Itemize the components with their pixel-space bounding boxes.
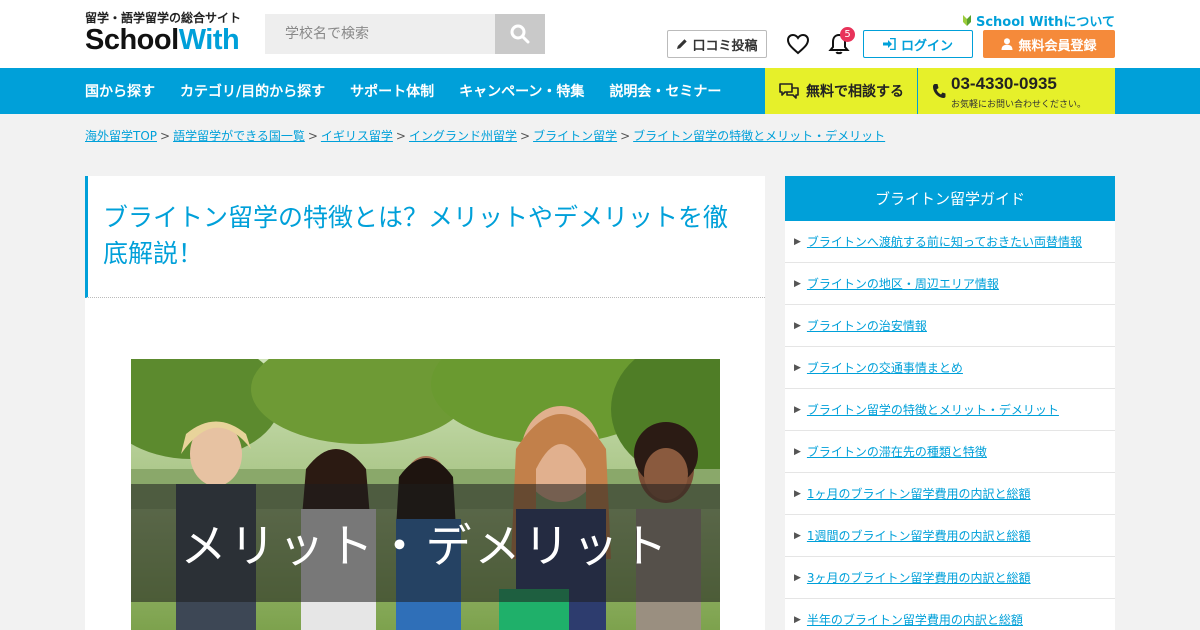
search-bar [265,14,545,54]
logo[interactable]: 留学・語学留学の総合サイト SchoolWith [85,11,241,55]
sidebar-item-label: ブライトンへ渡航する前に知っておきたい両替情報 [806,235,1082,249]
review-button[interactable]: 口コミ投稿 [667,30,767,58]
search-button[interactable] [495,14,545,54]
nav-item-support[interactable]: サポート体制 [350,81,434,101]
consult-button[interactable]: 無料で相談する [765,68,917,114]
phone-icon [933,84,946,98]
breadcrumb: 海外留学TOP > 語学留学ができる国一覧 > イギリス留学 > イングランド州留学 > ブライ… [85,127,885,144]
hero-caption-band: メリット・デメリット [131,484,720,602]
heart-icon[interactable] [786,32,810,56]
pencil-icon [677,39,688,49]
sidebar-item-label: 3ヶ月のブライトン留学費用の内訳と総額 [806,571,1031,585]
sidebar-item[interactable]: ▶ ブライトンの地区・周辺エリア情報 [785,263,1115,305]
arrow-right-icon: ▶ [794,446,801,457]
article: ブライトン留学の特徴とは？メリットやデメリットを徹底解説！ メリット・デメリット [85,176,765,630]
sidebar-item-label: 1週間のブライトン留学費用の内訳と総額 [806,529,1031,543]
breadcrumb-separator: > [620,129,631,143]
arrow-right-icon: ▶ [794,278,801,289]
breadcrumb-item[interactable]: ブライトン留学 [533,129,617,143]
sidebar-item-label: ブライトンの地区・周辺エリア情報 [806,277,999,291]
nav-item-category[interactable]: カテゴリ/目的から探す [180,81,325,101]
nav-item-seminar[interactable]: 説明会・セミナー [609,81,721,101]
site-header: 留学・語学留学の総合サイト SchoolWith School Withについて… [0,0,1200,68]
sidebar-item[interactable]: ▶ 3ヶ月のブライトン留学費用の内訳と総額 [785,557,1115,599]
sidebar: ブライトン留学ガイド ▶ ブライトンへ渡航する前に知っておきたい両替情報 ▶ ブライ… [785,176,1115,630]
search-icon [510,24,530,44]
arrow-right-icon: ▶ [794,320,801,331]
sidebar-item[interactable]: ▶ ブライトンの交通事情まとめ [785,347,1115,389]
hero-image: メリット・デメリット [131,359,720,630]
nav-item-campaign[interactable]: キャンペーン・特集 [459,81,584,101]
phone-number: 03-4330-0935 [951,74,1057,93]
sidebar-item-label: ブライトン留学の特徴とメリット・デメリット [806,403,1059,417]
sidebar-item[interactable]: ▶ ブライトンの治安情報 [785,305,1115,347]
sidebar-item[interactable]: ▶ ブライトン留学の特徴とメリット・デメリット [785,389,1115,431]
sidebar-item[interactable]: ▶ 1ヶ月のブライトン留学費用の内訳と総額 [785,473,1115,515]
sidebar-item[interactable]: ▶ ブライトンへ渡航する前に知っておきたい両替情報 [785,221,1115,263]
logo-tagline: 留学・語学留学の総合サイト [85,11,242,25]
sidebar-item-label: ブライトンの交通事情まとめ [806,361,963,375]
arrow-right-icon: ▶ [794,530,801,541]
phone-note: お気軽にお問い合わせください。 [951,100,1087,110]
register-button-label: 無料会員登録 [1018,38,1097,54]
about-link-label: School Withについて [975,15,1115,30]
breadcrumb-item[interactable]: 語学留学ができる国一覧 [173,129,305,143]
user-icon [1001,38,1013,50]
page-title: ブライトン留学の特徴とは？メリットやデメリットを徹底解説！ [85,176,765,298]
arrow-right-icon: ▶ [794,236,801,247]
register-button[interactable]: 無料会員登録 [983,30,1115,58]
breadcrumb-separator: > [395,129,406,143]
breadcrumb-item[interactable]: 海外留学TOP [85,129,157,143]
breadcrumb-item[interactable]: イギリス留学 [321,129,393,143]
notification-badge: 5 [840,27,855,42]
sidebar-title: ブライトン留学ガイド [785,176,1115,221]
sidebar-item[interactable]: ▶ 半年のブライトン留学費用の内訳と総額 [785,599,1115,630]
login-icon [882,38,896,50]
search-input[interactable] [265,14,495,54]
sidebar-item[interactable]: ▶ 1週間のブライトン留学費用の内訳と総額 [785,515,1115,557]
about-link[interactable]: School Withについて [962,11,1115,30]
breadcrumb-separator: > [307,129,318,143]
breadcrumb-separator: > [520,129,531,143]
consult-button-label: 無料で相談する [806,84,904,100]
sidebar-item[interactable]: ▶ ブライトンの滞在先の種類と特徴 [785,431,1115,473]
arrow-right-icon: ▶ [794,614,801,625]
arrow-right-icon: ▶ [794,404,801,415]
sidebar-item-label: ブライトンの滞在先の種類と特徴 [806,445,987,459]
logo-wordmark: SchoolWith [85,24,240,56]
arrow-right-icon: ▶ [794,362,801,373]
nav-item-country[interactable]: 国から探す [85,81,155,101]
arrow-right-icon: ▶ [794,488,801,499]
phone-contact[interactable]: 03-4330-0935 お気軽にお問い合わせください。 [918,68,1115,114]
arrow-right-icon: ▶ [794,572,801,583]
sidebar-item-label: ブライトンの治安情報 [806,319,927,333]
chat-icon [779,83,799,99]
leaf-icon [962,15,971,26]
breadcrumb-item-current[interactable]: ブライトン留学の特徴とメリット・デメリット [633,129,885,143]
login-button[interactable]: ログイン [863,30,973,58]
sidebar-item-label: 1ヶ月のブライトン留学費用の内訳と総額 [806,487,1031,501]
breadcrumb-item[interactable]: イングランド州留学 [409,129,517,143]
hero-caption: メリット・デメリット [180,519,671,573]
breadcrumb-separator: > [160,129,171,143]
review-button-label: 口コミ投稿 [692,38,758,54]
login-button-label: ログイン [900,38,953,54]
sidebar-item-label: 半年のブライトン留学費用の内訳と総額 [806,613,1023,627]
